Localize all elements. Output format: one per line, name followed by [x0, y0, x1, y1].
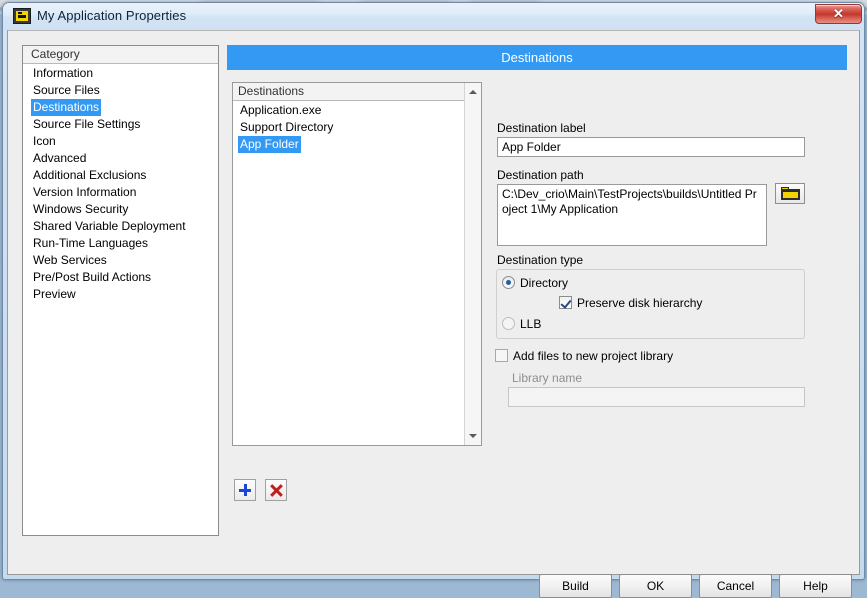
- sidebar-item-version-information[interactable]: Version Information: [23, 184, 218, 201]
- sidebar-item-label: Advanced: [33, 151, 87, 165]
- build-button[interactable]: Build: [539, 574, 612, 598]
- remove-destination-button[interactable]: [265, 479, 287, 501]
- destination-label-label: Destination label: [497, 121, 586, 135]
- destinations-scrollbar[interactable]: [464, 83, 481, 445]
- sidebar-item-windows-security[interactable]: Windows Security: [23, 201, 218, 218]
- radio-directory[interactable]: Directory: [502, 275, 568, 291]
- destination-path-input[interactable]: C:\Dev_crio\Main\TestProjects\builds\Unt…: [497, 184, 767, 246]
- category-header: Category: [23, 46, 218, 64]
- destination-path-label: Destination path: [497, 168, 584, 182]
- list-item[interactable]: Support Directory: [233, 119, 465, 136]
- sidebar-item-label: Source File Settings: [33, 117, 141, 131]
- library-name-label: Library name: [512, 371, 583, 385]
- preserve-disk-hierarchy-label: Preserve disk hierarchy: [577, 296, 703, 310]
- labview-vi-icon: [13, 8, 31, 24]
- add-files-label: Add files to new project library: [513, 349, 674, 363]
- sidebar-item-web-services[interactable]: Web Services: [23, 252, 218, 269]
- destination-label-input[interactable]: App Folder: [497, 137, 805, 157]
- sidebar-item-label: Windows Security: [33, 202, 129, 216]
- destination-list-tools: [234, 479, 304, 501]
- sidebar-item-destinations[interactable]: Destinations: [23, 99, 218, 116]
- radio-directory-label: Directory: [520, 276, 569, 290]
- sidebar-item-source-files[interactable]: Source Files: [23, 82, 218, 99]
- window-title: My Application Properties: [37, 8, 187, 23]
- help-button[interactable]: Help: [779, 574, 852, 598]
- list-item-label: Application.exe: [240, 103, 322, 117]
- destinations-items: Application.exe Support Directory App Fold…: [233, 102, 465, 153]
- radio-selected-icon: [502, 276, 515, 289]
- sidebar-item-label: Source Files: [33, 83, 100, 97]
- radio-llb-label: LLB: [520, 317, 542, 331]
- sidebar-item-label: Additional Exclusions: [33, 168, 147, 182]
- radio-llb[interactable]: LLB: [502, 316, 541, 332]
- title-bar: My Application Properties ✕: [3, 3, 864, 30]
- sidebar-item-label: Web Services: [33, 253, 107, 267]
- sidebar-item-icon[interactable]: Icon: [23, 133, 218, 150]
- checkbox-empty-icon: [495, 349, 508, 362]
- category-items: Information Source Files Destinations Sourc…: [23, 65, 218, 303]
- sidebar-item-advanced[interactable]: Advanced: [23, 150, 218, 167]
- radio-unselected-icon: [502, 317, 515, 330]
- sidebar-item-preview[interactable]: Preview: [23, 286, 218, 303]
- destinations-list-header: Destinations: [233, 83, 465, 101]
- ok-button[interactable]: OK: [619, 574, 692, 598]
- panel-banner: Destinations: [227, 45, 847, 70]
- list-item[interactable]: Application.exe: [233, 102, 465, 119]
- sidebar-item-label: Preview: [33, 287, 76, 301]
- checkbox-add-files-to-new-project-library[interactable]: Add files to new project library: [495, 348, 673, 364]
- category-listbox[interactable]: Category Information Source Files Destinat…: [22, 45, 219, 536]
- sidebar-item-label: Shared Variable Deployment: [33, 219, 186, 233]
- dialog-client-area: Category Information Source Files Destinat…: [7, 30, 860, 598]
- destinations-listbox[interactable]: Destinations Application.exe Support Dire…: [232, 82, 482, 446]
- cancel-button[interactable]: Cancel: [699, 574, 772, 598]
- close-icon: ✕: [833, 6, 844, 21]
- library-name-input[interactable]: [508, 387, 805, 407]
- close-button[interactable]: ✕: [815, 4, 862, 24]
- scroll-up-icon[interactable]: [465, 84, 481, 100]
- destination-type-label: Destination type: [497, 253, 584, 267]
- checkmark-icon: [559, 296, 572, 309]
- sidebar-item-information[interactable]: Information: [23, 65, 218, 82]
- sidebar-item-run-time-languages[interactable]: Run-Time Languages: [23, 235, 218, 252]
- list-item-label: App Folder: [238, 136, 301, 153]
- dialog-window: My Application Properties ✕ Category Inf…: [2, 2, 865, 598]
- sidebar-item-label: Version Information: [33, 185, 137, 199]
- sidebar-item-source-file-settings[interactable]: Source File Settings: [23, 116, 218, 133]
- list-item[interactable]: App Folder: [233, 136, 465, 153]
- add-destination-button[interactable]: [234, 479, 256, 501]
- sidebar-item-additional-exclusions[interactable]: Additional Exclusions: [23, 167, 218, 184]
- browse-folder-button[interactable]: [775, 183, 805, 204]
- sidebar-item-label: Destinations: [31, 99, 102, 116]
- checkbox-preserve-disk-hierarchy[interactable]: Preserve disk hierarchy: [559, 295, 702, 311]
- sidebar-item-label: Icon: [33, 134, 56, 148]
- list-item-label: Support Directory: [240, 120, 334, 134]
- sidebar-item-label: Information: [33, 66, 94, 80]
- sidebar-item-label: Run-Time Languages: [33, 236, 148, 250]
- sidebar-item-label: Pre/Post Build Actions: [33, 270, 152, 284]
- scroll-down-icon[interactable]: [465, 428, 481, 444]
- sidebar-item-pre-post-build-actions[interactable]: Pre/Post Build Actions: [23, 269, 218, 286]
- sidebar-item-shared-variable-deployment[interactable]: Shared Variable Deployment: [23, 218, 218, 235]
